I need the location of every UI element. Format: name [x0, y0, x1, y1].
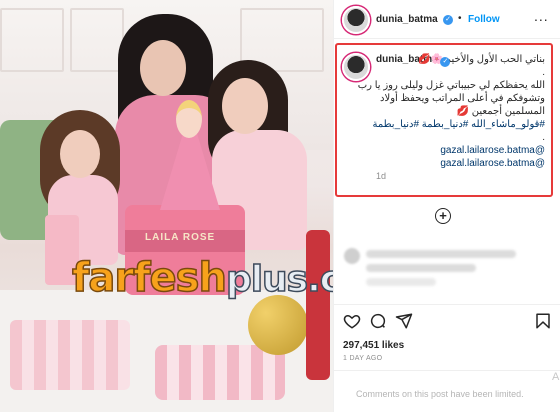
red-bottle: [306, 230, 330, 380]
watermark-main: farfesh: [71, 254, 227, 302]
blurred-avatar: [344, 248, 360, 264]
girl-left-face: [60, 130, 100, 178]
wall-panel: [70, 8, 124, 72]
header-username[interactable]: dunia_batma: [376, 14, 438, 25]
post-photo[interactable]: LAILA ROSE farfeshplus.com: [0, 0, 333, 412]
more-options-icon[interactable]: ...: [534, 8, 549, 24]
post-header: dunia_batma ✓ • Follow ...: [334, 0, 560, 39]
likes-count[interactable]: 297,451 likes: [343, 340, 404, 351]
blurred-comment: [366, 278, 436, 286]
comment-icon[interactable]: [369, 312, 387, 330]
header-separator: •: [458, 13, 462, 24]
caption-hashtags[interactable]: #قولو_ماشاء_الله #دنيا_بطمة #دنيا_بطمة: [342, 118, 545, 131]
caption-text: dunia_batma ✓ بناتي الحب الأول والأخير 🌸…: [342, 53, 545, 183]
actions-divider: [334, 304, 560, 305]
cupcake-tray-left: [10, 320, 130, 390]
gold-chocolates: [248, 295, 308, 355]
doll-topper-head: [176, 100, 202, 138]
watermark-logo: farfeshplus.com: [71, 254, 333, 302]
instagram-post: LAILA ROSE farfeshplus.com dunia_batma ✓…: [0, 0, 560, 412]
watermark-suffix: plus.com: [225, 258, 333, 301]
comments-divider: [334, 370, 560, 371]
wall-panel: [0, 8, 64, 72]
add-comment-icon[interactable]: +: [435, 208, 451, 224]
blurred-comment: [366, 250, 516, 258]
comments-limited-notice: Comments on this post have been limited.: [356, 389, 524, 399]
caption-dot-2: .: [542, 132, 545, 143]
follow-button[interactable]: Follow: [468, 14, 500, 25]
woman-face: [140, 40, 186, 96]
share-icon[interactable]: [395, 312, 413, 330]
caption-age: 1d: [376, 171, 387, 181]
user-avatar[interactable]: [342, 6, 370, 34]
verified-badge-icon: ✓: [443, 15, 453, 25]
blurred-comment: [366, 264, 476, 272]
cake-text: LAILA ROSE: [145, 232, 216, 243]
save-bookmark-icon[interactable]: [534, 312, 552, 330]
cupcake-tray-right: [155, 345, 285, 400]
caption-line-2: الله يحفظكم لي حبيباتي غزل وليلى روز يا …: [357, 80, 545, 117]
blurred-comments: [344, 240, 544, 300]
like-heart-icon[interactable]: [343, 312, 361, 330]
caption-mention-2[interactable]: @gazal.lailarose.batma: [342, 157, 545, 170]
caption-dot: .: [542, 67, 545, 78]
post-sidebar: dunia_batma ✓ • Follow ... dunia_batma ✓…: [333, 0, 560, 412]
post-timestamp: 1 DAY AGO: [343, 355, 383, 362]
overflow-letter: A: [552, 371, 560, 383]
caption-mention-1[interactable]: @gazal.lailarose.batma: [342, 144, 545, 157]
girl-right-face: [222, 78, 268, 134]
